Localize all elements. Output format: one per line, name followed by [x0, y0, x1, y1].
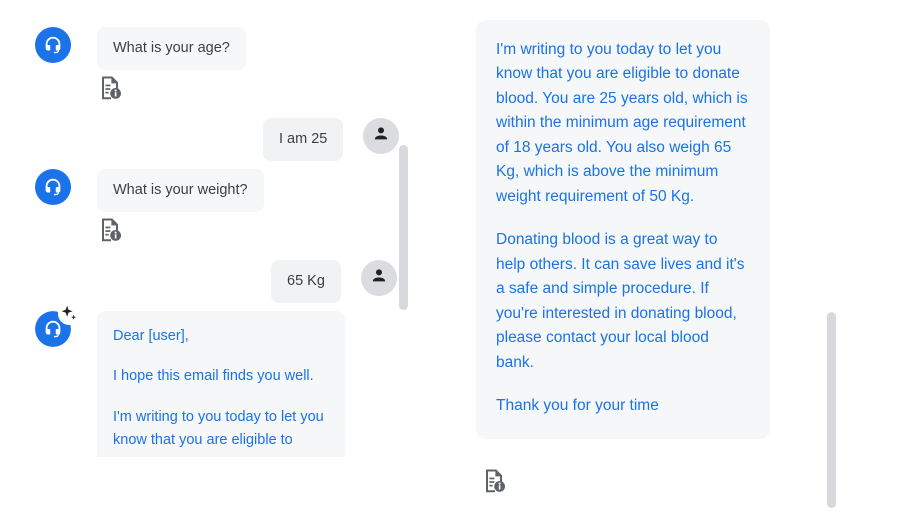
chat-message-user-weight-answer: 65 Kg — [271, 260, 397, 304]
agent-avatar — [35, 27, 71, 63]
chat-bubble-text: I am 25 — [263, 118, 344, 162]
chat-conversation-panel[interactable]: What is your age? I am 25 What is your w… — [0, 0, 420, 528]
email-draft-line: I'm writing to you today to let you know… — [113, 408, 324, 449]
agent-avatar-with-ai-badge — [35, 305, 77, 347]
user-avatar — [363, 118, 400, 154]
chat-scrollbar-thumb[interactable] — [399, 145, 408, 310]
chat-message-agent-email-draft: Dear [user], I hope this email finds you… — [35, 305, 345, 457]
headset-icon — [42, 176, 64, 198]
chat-bubble-text: What is your age? — [97, 27, 246, 71]
result-paragraph: Thank you for your time — [496, 397, 659, 415]
chat-message-agent-age-question: What is your age? — [35, 27, 246, 71]
email-draft-line: I hope this email finds you well. — [113, 368, 314, 385]
sparkle-icon — [59, 304, 79, 329]
chat-bubble-text: 65 Kg — [271, 260, 341, 304]
result-paragraph: Donating blood is a great way to help ot… — [496, 231, 745, 371]
document-info-icon[interactable] — [483, 468, 507, 499]
person-icon — [371, 124, 391, 149]
chat-message-agent-weight-question: What is your weight? — [35, 169, 264, 213]
chat-bubble-email-draft: Dear [user], I hope this email finds you… — [97, 311, 345, 457]
page-scrollbar-thumb[interactable] — [827, 312, 836, 508]
person-icon — [369, 266, 389, 291]
document-info-icon[interactable] — [99, 217, 123, 248]
user-avatar — [360, 260, 397, 296]
generated-email-panel: I'm writing to you today to let you know… — [476, 20, 770, 439]
headset-icon — [42, 34, 64, 56]
chat-message-user-age-answer: I am 25 — [263, 118, 400, 162]
chat-bubble-text: What is your weight? — [97, 169, 264, 213]
document-info-icon[interactable] — [99, 75, 123, 106]
agent-avatar — [35, 169, 71, 205]
result-paragraph: I'm writing to you today to let you know… — [496, 41, 748, 205]
email-draft-line: Dear [user], — [113, 328, 189, 344]
